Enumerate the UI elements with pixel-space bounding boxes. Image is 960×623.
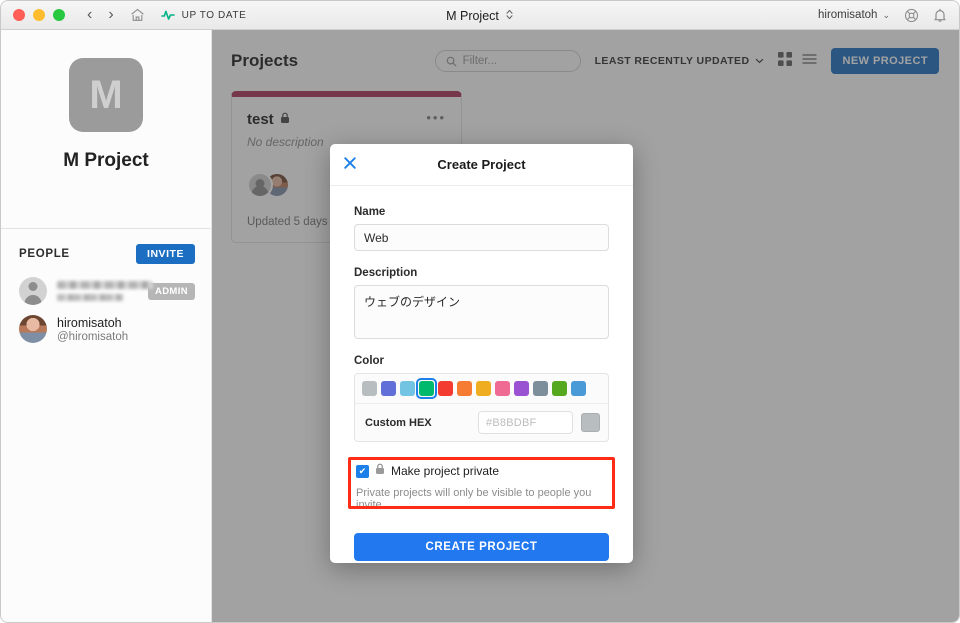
org-name: M Project: [63, 150, 149, 171]
person-info: [57, 281, 153, 301]
sync-status: UP TO DATE: [160, 9, 247, 21]
status-badge: ADMIN: [147, 282, 195, 300]
zoom-window-button[interactable]: [53, 9, 65, 21]
titlebar: ‹ › UP TO DATE M Project hiromisatoh ⌄: [1, 1, 959, 30]
color-swatch-0[interactable]: [362, 381, 377, 396]
org-avatar[interactable]: M: [69, 58, 143, 132]
traffic-lights: [13, 9, 65, 21]
custom-hex-input[interactable]: #B8BDBF: [478, 411, 573, 434]
user-menu-label: hiromisatoh: [818, 9, 878, 21]
close-icon[interactable]: [343, 156, 357, 174]
color-swatch-6[interactable]: [476, 381, 491, 396]
close-window-button[interactable]: [13, 9, 25, 21]
description-field-label: Description: [354, 267, 418, 279]
color-swatch-3[interactable]: [416, 378, 437, 399]
chevron-down-icon: ⌄: [882, 9, 890, 20]
color-swatch-4[interactable]: [438, 381, 453, 396]
person-name-redacted: [57, 281, 153, 289]
annotation-highlight-box: [348, 457, 615, 509]
dialog-title: Create Project: [437, 157, 526, 172]
app-window: ‹ › UP TO DATE M Project hiromisatoh ⌄ M…: [0, 0, 960, 623]
list-item[interactable]: hiromisatoh @hiromisatoh: [1, 310, 211, 348]
nav-controls: ‹ ›: [87, 7, 145, 23]
person-name: hiromisatoh: [57, 315, 122, 330]
minimize-window-button[interactable]: [33, 9, 45, 21]
custom-hex-preview: [581, 413, 600, 432]
window-title-group: M Project: [1, 1, 959, 30]
app-body: M M Project PEOPLE INVITE ADMIN hiromisa…: [1, 30, 959, 622]
person-handle-redacted: [57, 294, 123, 301]
create-project-submit-button[interactable]: CREATE PROJECT: [354, 533, 609, 561]
color-swatch-7[interactable]: [495, 381, 510, 396]
titlebar-right-tools: hiromisatoh ⌄: [818, 8, 947, 23]
back-button[interactable]: ‹: [87, 7, 92, 23]
person-handle: @hiromisatoh: [57, 330, 129, 343]
user-menu-button[interactable]: hiromisatoh ⌄: [818, 9, 890, 21]
avatar: [19, 277, 47, 305]
color-swatch-row: [355, 374, 608, 403]
window-title: M Project: [446, 8, 499, 23]
color-swatch-1[interactable]: [381, 381, 396, 396]
description-field[interactable]: ウェブのデザイン: [354, 285, 609, 339]
color-swatch-10[interactable]: [552, 381, 567, 396]
people-section-title: PEOPLE: [19, 248, 70, 260]
list-item[interactable]: ADMIN: [1, 272, 211, 310]
org-block: M M Project: [1, 30, 211, 172]
name-field[interactable]: Web: [354, 224, 609, 251]
sync-status-label: UP TO DATE: [181, 9, 247, 21]
name-field-label: Name: [354, 206, 386, 218]
invite-button[interactable]: INVITE: [136, 244, 195, 264]
people-header: PEOPLE INVITE: [1, 229, 211, 272]
chevron-updown-icon[interactable]: [505, 8, 514, 24]
dialog-header: Create Project: [330, 144, 633, 186]
color-field-label: Color: [354, 355, 385, 367]
avatar: [19, 315, 47, 343]
color-swatch-5[interactable]: [457, 381, 472, 396]
custom-hex-row: Custom HEX #B8BDBF: [355, 403, 608, 441]
color-picker: Custom HEX #B8BDBF: [354, 373, 609, 442]
color-swatch-9[interactable]: [533, 381, 548, 396]
custom-hex-label: Custom HEX: [365, 416, 432, 429]
sidebar: M M Project PEOPLE INVITE ADMIN hiromisa…: [1, 30, 212, 622]
person-info: hiromisatoh @hiromisatoh: [57, 316, 128, 343]
home-icon[interactable]: [130, 8, 145, 22]
color-swatch-2[interactable]: [400, 381, 415, 396]
color-swatch-8[interactable]: [514, 381, 529, 396]
pulse-icon: [160, 10, 175, 20]
create-project-dialog: Create Project Name Web Description ウェブの…: [330, 144, 633, 563]
color-swatch-11[interactable]: [571, 381, 586, 396]
bell-icon[interactable]: [933, 8, 947, 23]
lifebuoy-icon[interactable]: [904, 8, 919, 23]
forward-button[interactable]: ›: [108, 7, 113, 23]
